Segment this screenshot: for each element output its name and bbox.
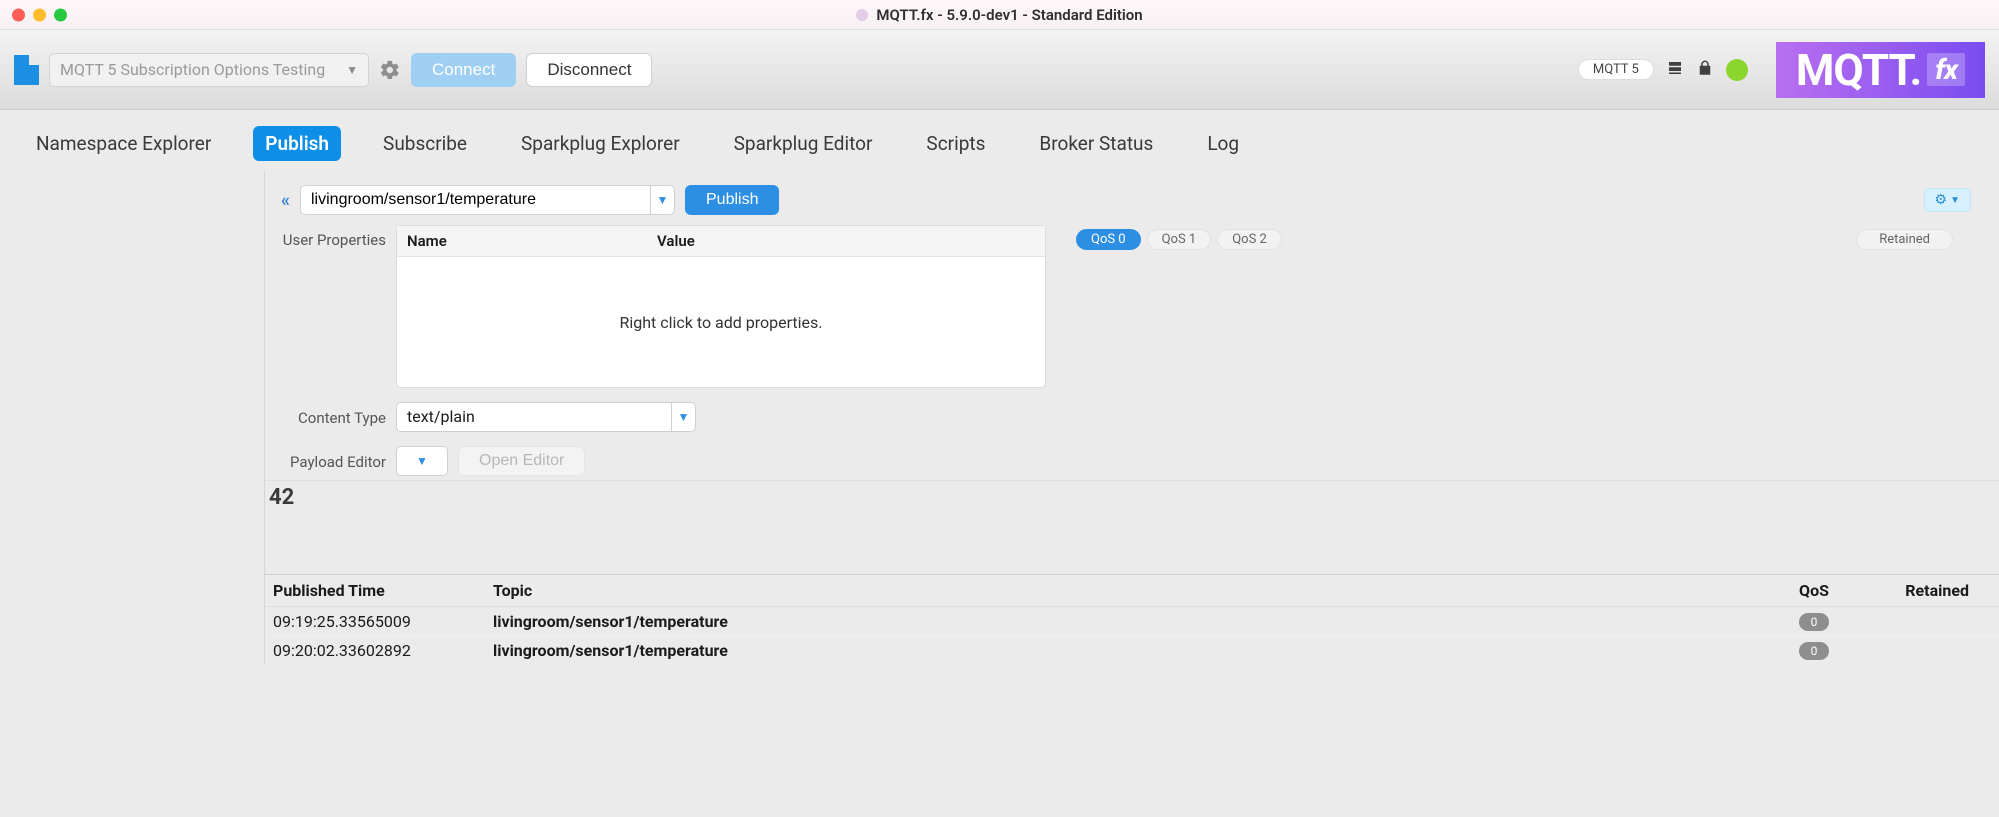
user-properties-empty-text: Right click to add properties. xyxy=(397,257,1045,387)
topic-dropdown-button[interactable]: ▼ xyxy=(650,186,674,214)
status-icons: MQTT 5 xyxy=(1578,59,1748,81)
window-controls xyxy=(12,8,67,21)
payload-editor-select[interactable]: ▼ xyxy=(396,446,448,476)
brand-logo: MQTT.fx xyxy=(1776,42,1985,98)
payload-textarea[interactable]: 42 xyxy=(265,480,1999,575)
connection-profile-name: MQTT 5 Subscription Options Testing xyxy=(60,60,325,79)
history-cell-time: 09:20:02.33602892 xyxy=(265,636,485,665)
content-type-combo[interactable]: text/plain ▼ xyxy=(396,402,696,432)
user-properties-table[interactable]: Name Value Right click to add properties… xyxy=(396,225,1046,388)
topic-input[interactable] xyxy=(301,191,650,209)
gears-icon: ⚙ xyxy=(1935,192,1948,208)
connection-toolbar: MQTT 5 Subscription Options Testing ▼ Co… xyxy=(0,30,1999,110)
disconnect-button[interactable]: Disconnect xyxy=(526,53,652,87)
broker-icon[interactable] xyxy=(1666,59,1684,81)
topic-combo[interactable]: ▼ xyxy=(300,185,675,215)
close-window-button[interactable] xyxy=(12,8,25,21)
tab-sparkplug-explorer[interactable]: Sparkplug Explorer xyxy=(509,126,692,161)
collapse-left-icon[interactable]: « xyxy=(281,190,290,211)
history-cell-qos: 0 xyxy=(1749,636,1879,665)
connection-status-indicator xyxy=(1726,59,1748,81)
content-type-label: Content Type xyxy=(281,407,386,427)
retained-chip[interactable]: Retained xyxy=(1856,229,1953,250)
history-cell-topic: livingroom/sensor1/temperature xyxy=(485,607,1749,636)
connection-profile-select[interactable]: MQTT 5 Subscription Options Testing ▼ xyxy=(49,53,369,87)
history-row[interactable]: 09:20:02.33602892livingroom/sensor1/temp… xyxy=(265,636,1999,665)
lock-icon[interactable] xyxy=(1696,59,1714,81)
history-col-qos: QoS xyxy=(1749,575,1879,607)
history-cell-time: 09:19:25.33565009 xyxy=(265,607,485,636)
tab-sparkplug-editor[interactable]: Sparkplug Editor xyxy=(722,126,885,161)
open-editor-button[interactable]: Open Editor xyxy=(458,446,585,476)
history-cell-retained xyxy=(1879,636,1999,665)
user-properties-label: User Properties xyxy=(281,225,386,249)
tab-log[interactable]: Log xyxy=(1195,126,1251,161)
minimize-window-button[interactable] xyxy=(33,8,46,21)
publish-topic-row: « ▼ Publish ⚙▼ xyxy=(265,171,1999,215)
content-type-value: text/plain xyxy=(397,403,671,431)
window-titlebar: MQTT.fx - 5.9.0-dev1 - Standard Edition xyxy=(0,0,1999,30)
history-cell-retained xyxy=(1879,607,1999,636)
qos-1-chip[interactable]: QoS 1 xyxy=(1147,229,1212,250)
publish-button[interactable]: Publish xyxy=(685,185,779,215)
user-properties-col-value: Value xyxy=(657,232,695,250)
maximize-window-button[interactable] xyxy=(54,8,67,21)
payload-editor-label: Payload Editor xyxy=(281,451,386,471)
tab-subscribe[interactable]: Subscribe xyxy=(371,126,479,161)
tab-publish[interactable]: Publish xyxy=(253,126,341,161)
brand-sub-text: fx xyxy=(1927,53,1965,86)
qos-selector: QoS 0 QoS 1 QoS 2 xyxy=(1076,229,1282,250)
brand-main-text: MQTT. xyxy=(1796,44,1921,96)
window-title-icon xyxy=(856,9,868,21)
new-profile-icon[interactable] xyxy=(14,55,39,85)
protocol-badge: MQTT 5 xyxy=(1578,59,1654,80)
history-col-time: Published Time xyxy=(265,575,485,607)
left-side-panel xyxy=(0,171,265,664)
settings-gear-icon[interactable] xyxy=(379,59,401,81)
history-row[interactable]: 09:19:25.33565009livingroom/sensor1/temp… xyxy=(265,607,1999,636)
history-cell-qos: 0 xyxy=(1749,607,1879,636)
connect-button[interactable]: Connect xyxy=(411,53,516,87)
history-col-topic: Topic xyxy=(485,575,1749,607)
tab-namespace-explorer[interactable]: Namespace Explorer xyxy=(24,126,223,161)
publish-panel: « ▼ Publish ⚙▼ User Properties Name Valu… xyxy=(0,171,1999,664)
tab-scripts[interactable]: Scripts xyxy=(914,126,997,161)
main-tabs: Namespace Explorer Publish Subscribe Spa… xyxy=(0,110,1999,171)
content-type-dropdown-button[interactable]: ▼ xyxy=(671,403,695,431)
chevron-down-icon: ▼ xyxy=(1950,195,1960,206)
publish-history-table: Published Time Topic QoS Retained 09:19:… xyxy=(265,575,1999,664)
tab-broker-status[interactable]: Broker Status xyxy=(1027,126,1165,161)
user-properties-col-name: Name xyxy=(407,232,657,250)
window-title: MQTT.fx - 5.9.0-dev1 - Standard Edition xyxy=(856,6,1142,24)
history-col-retained: Retained xyxy=(1879,575,1999,607)
qos-0-chip[interactable]: QoS 0 xyxy=(1076,229,1141,250)
history-cell-topic: livingroom/sensor1/temperature xyxy=(485,636,1749,665)
qos-2-chip[interactable]: QoS 2 xyxy=(1217,229,1282,250)
window-title-text: MQTT.fx - 5.9.0-dev1 - Standard Edition xyxy=(876,6,1142,24)
chevron-down-icon: ▼ xyxy=(346,63,358,77)
publish-options-button[interactable]: ⚙▼ xyxy=(1924,188,1971,212)
